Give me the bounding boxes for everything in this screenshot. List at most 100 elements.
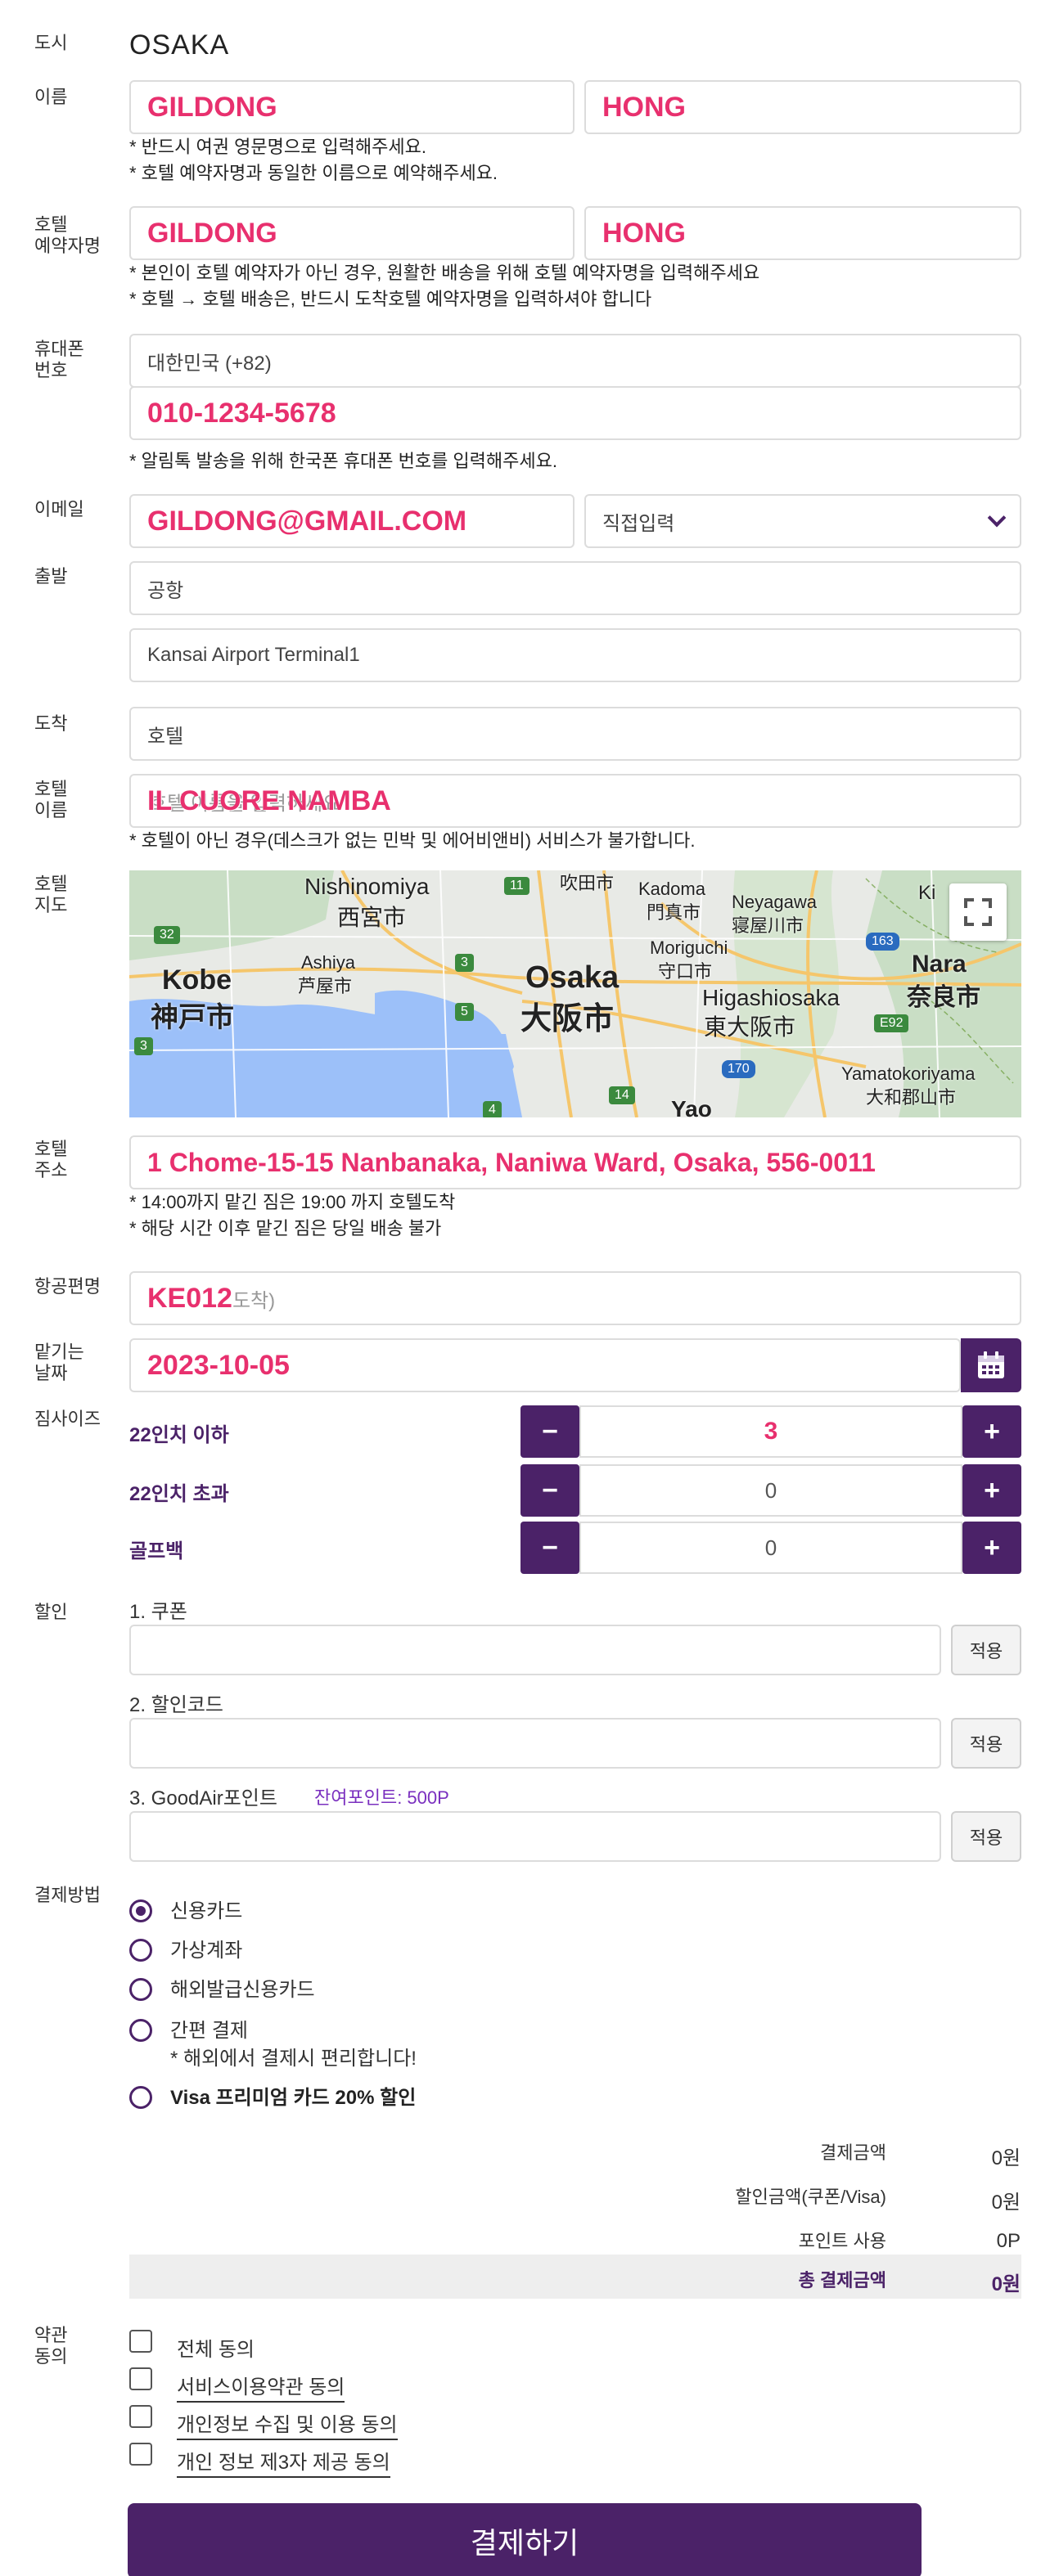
flight-label: 항공편명 <box>34 1276 101 1297</box>
route-badge: 32 <box>154 926 180 944</box>
luggage-quantity-input[interactable]: 0 <box>579 1522 962 1574</box>
payment-radio-simple-pay[interactable] <box>129 2019 152 2042</box>
luggage-plus-button[interactable]: + <box>962 1405 1021 1458</box>
points-used-value: 0P <box>996 2230 1021 2252</box>
drop-date-input[interactable]: 2023-10-05 <box>129 1338 961 1392</box>
payment-radio-foreign-card[interactable] <box>129 1978 152 2001</box>
discount-code-input[interactable] <box>129 1718 941 1769</box>
reservation-note: * 호텔 → 호텔 배송은, 반드시 도착호텔 예약자명을 입력하셔야 합니다 <box>129 289 652 309</box>
points-label: 3. GoodAir포인트 <box>129 1787 277 1809</box>
map-place-label: 大和郡山市 <box>866 1087 957 1108</box>
terms-checkbox-service[interactable] <box>129 2367 152 2390</box>
luggage-item-label: 22인치 초과 <box>129 1483 229 1505</box>
hotel-address-notes: * 14:00까지 맡긴 짐은 19:00 까지 호텔도착 * 해당 시간 이후… <box>129 1189 455 1242</box>
hotel-address-label: 호텔 주소 <box>34 1139 68 1180</box>
hotel-map[interactable]: Kobe 神戸市 Nishinomiya 西宮市 Ashiya 芦屋市 吹田市 … <box>129 870 1021 1117</box>
luggage-item-label: 22인치 이하 <box>129 1424 229 1446</box>
reservation-note: * 본인이 호텔 예약자가 아닌 경우, 원활한 배송을 위해 호텔 예약자명을… <box>129 263 760 283</box>
luggage-plus-button[interactable]: + <box>962 1464 1021 1517</box>
hotel-map-label: 호텔 지도 <box>34 874 68 915</box>
luggage-minus-button[interactable]: − <box>520 1522 579 1574</box>
map-place-label: Kobe <box>162 964 232 996</box>
coupon-label: 1. 쿠폰 <box>129 1601 187 1623</box>
terms-checkbox-privacy[interactable] <box>129 2405 152 2428</box>
route-badge: 4 <box>483 1101 502 1117</box>
pay-button[interactable]: 결제하기 <box>128 2503 922 2576</box>
luggage-minus-button[interactable]: − <box>520 1464 579 1517</box>
luggage-plus-button[interactable]: + <box>962 1522 1021 1574</box>
payment-option-label: 해외발급신용카드 <box>170 1979 315 2001</box>
points-apply-button[interactable]: 적용 <box>951 1811 1021 1862</box>
phone-label: 휴대폰 번호 <box>34 339 84 380</box>
route-badge: 3 <box>134 1037 153 1055</box>
route-badge: 5 <box>455 1003 474 1021</box>
map-place-label: Kadoma <box>638 879 705 899</box>
country-code-value: 대한민국 (+82) <box>147 352 272 375</box>
calendar-button[interactable] <box>961 1338 1021 1392</box>
luggage-minus-button[interactable]: − <box>520 1405 579 1458</box>
phone-number-value: 010-1234-5678 <box>147 397 336 429</box>
route-badge: 11 <box>504 877 530 895</box>
reservation-last-name-input[interactable]: HONG <box>584 206 1021 260</box>
terms-item-link[interactable]: 개인정보 수집 및 이용 동의 <box>177 2408 398 2440</box>
luggage-quantity-value: 0 <box>764 1535 777 1560</box>
discount-code-apply-button[interactable]: 적용 <box>951 1718 1021 1769</box>
map-place-label: Osaka <box>525 960 620 995</box>
fullscreen-button[interactable] <box>949 883 1007 941</box>
departure-place-select[interactable]: Kansai Airport Terminal1 <box>129 628 1021 682</box>
arrival-label: 도착 <box>34 713 68 734</box>
discount-amount-value: 0원 <box>991 2192 1021 2214</box>
luggage-quantity-value: 3 <box>764 1418 778 1445</box>
chevron-down-icon <box>987 508 1007 528</box>
country-code-select[interactable]: 대한민국 (+82) <box>129 334 1021 388</box>
departure-type-select[interactable]: 공항 <box>129 561 1021 615</box>
coupon-apply-button[interactable]: 적용 <box>951 1625 1021 1675</box>
email-value: GILDONG@GMAIL.COM <box>147 505 467 537</box>
luggage-quantity-input[interactable]: 3 <box>579 1405 962 1458</box>
departure-label: 출발 <box>34 566 68 587</box>
luggage-quantity-input[interactable]: 0 <box>579 1464 962 1517</box>
luggage-item-label: 골프백 <box>129 1540 184 1562</box>
coupon-input[interactable] <box>129 1625 941 1675</box>
hotel-name-input[interactable]: 호텔 이름을 입력하세요 IL CUORE NAMBA <box>129 774 1021 828</box>
points-input[interactable] <box>129 1811 941 1862</box>
map-place-label: Ki <box>918 882 936 904</box>
points-used-label: 포인트 사용 <box>798 2231 886 2251</box>
hotel-address-value: 1 Chome-15-15 Nanbanaka, Naniwa Ward, Os… <box>147 1147 876 1177</box>
payment-radio-credit-card[interactable] <box>129 1899 152 1922</box>
route-badge: E92 <box>874 1014 909 1032</box>
route-badge: 3 <box>455 954 474 972</box>
last-name-input[interactable]: HONG <box>584 80 1021 134</box>
map-place-label: 西宮市 <box>337 905 407 930</box>
hotel-address-input[interactable]: 1 Chome-15-15 Nanbanaka, Naniwa Ward, Os… <box>129 1135 1021 1189</box>
map-place-label: 門真市 <box>647 902 701 923</box>
flight-input[interactable]: KE012 도착) <box>129 1271 1021 1325</box>
phone-number-input[interactable]: 010-1234-5678 <box>129 386 1021 440</box>
reservation-first-name-input[interactable]: GILDONG <box>129 206 575 260</box>
map-place-label: Yamatokoriyama <box>841 1063 976 1084</box>
discount-label: 할인 <box>34 1602 68 1622</box>
city-label: 도시 <box>34 33 68 53</box>
departure-place-value: Kansai Airport Terminal1 <box>147 644 360 666</box>
email-domain-select[interactable]: 직접입력 <box>584 494 1021 548</box>
total-value: 0원 <box>991 2273 1021 2295</box>
terms-label: 약관 동의 <box>34 2325 68 2367</box>
map-place-label: Nishinomiya <box>304 874 430 899</box>
terms-item-link[interactable]: 서비스이용약관 동의 <box>177 2371 345 2403</box>
terms-checkbox-third-party[interactable] <box>129 2443 152 2466</box>
name-note: * 호텔 예약자명과 동일한 이름으로 예약해주세요. <box>129 163 498 183</box>
name-notes: * 반드시 여권 영문명으로 입력해주세요. * 호텔 예약자명과 동일한 이름… <box>129 134 498 187</box>
payment-radio-visa-premium[interactable] <box>129 2086 152 2109</box>
payment-radio-virtual-account[interactable] <box>129 1939 152 1962</box>
email-input[interactable]: GILDONG@GMAIL.COM <box>129 494 575 548</box>
flight-value: KE012 <box>147 1282 232 1314</box>
first-name-input[interactable]: GILDONG <box>129 80 575 134</box>
hotel-address-note: * 해당 시간 이후 맡긴 짐은 당일 배송 불가 <box>129 1218 442 1239</box>
terms-checkbox-all[interactable] <box>129 2330 152 2353</box>
map-place-label: 吹田市 <box>560 873 615 893</box>
name-label: 이름 <box>34 87 68 107</box>
map-place-label: 守口市 <box>658 961 713 982</box>
terms-item-link[interactable]: 개인 정보 제3자 제공 동의 <box>177 2446 390 2478</box>
hotel-reservation-name-label: 호텔 예약자명 <box>34 214 101 256</box>
arrival-type-select[interactable]: 호텔 <box>129 707 1021 761</box>
